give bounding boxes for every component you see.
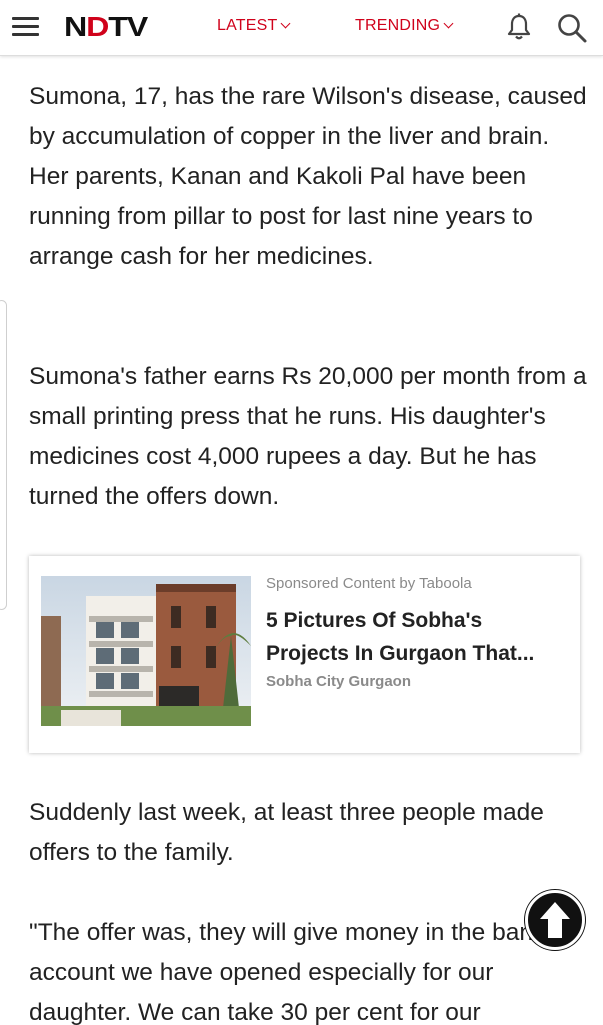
search-icon[interactable] <box>556 12 588 44</box>
nav-latest-label: LATEST <box>217 17 278 34</box>
nav-latest[interactable]: LATEST <box>217 16 291 36</box>
sponsored-building-image[interactable] <box>41 576 251 726</box>
top-nav-bar: NDTV LATEST TRENDING <box>0 0 603 56</box>
chevron-down-icon <box>281 18 291 29</box>
chevron-down-icon <box>443 18 454 29</box>
sponsored-title[interactable]: 5 Pictures Of Sobha's Projects In Gurgao… <box>266 604 566 670</box>
article-paragraph: "The offer was, they will give money in … <box>29 919 546 1025</box>
article-paragraph: Sumona, 17, has the rare Wilson's diseas… <box>29 83 587 270</box>
nav-trending[interactable]: TRENDING <box>355 16 454 36</box>
article-paragraph: Suddenly last week, at least three peopl… <box>29 799 544 866</box>
menu-icon[interactable] <box>12 15 40 39</box>
side-drawer-handle[interactable] <box>0 300 7 610</box>
nav-trending-label: TRENDING <box>355 17 441 34</box>
arrow-up-icon <box>540 902 570 938</box>
article-paragraph: Sumona's father earns Rs 20,000 per mont… <box>29 363 587 510</box>
sponsored-label: Sponsored Content by Taboola <box>266 575 472 592</box>
scroll-to-top-button[interactable] <box>525 890 585 950</box>
ndtv-logo[interactable]: NDTV <box>64 10 148 44</box>
bell-icon[interactable] <box>504 12 534 42</box>
sponsored-source: Sobha City Gurgaon <box>266 673 412 690</box>
sponsored-content-card[interactable]: Sponsored Content by Taboola 5 Pictures … <box>29 556 580 753</box>
